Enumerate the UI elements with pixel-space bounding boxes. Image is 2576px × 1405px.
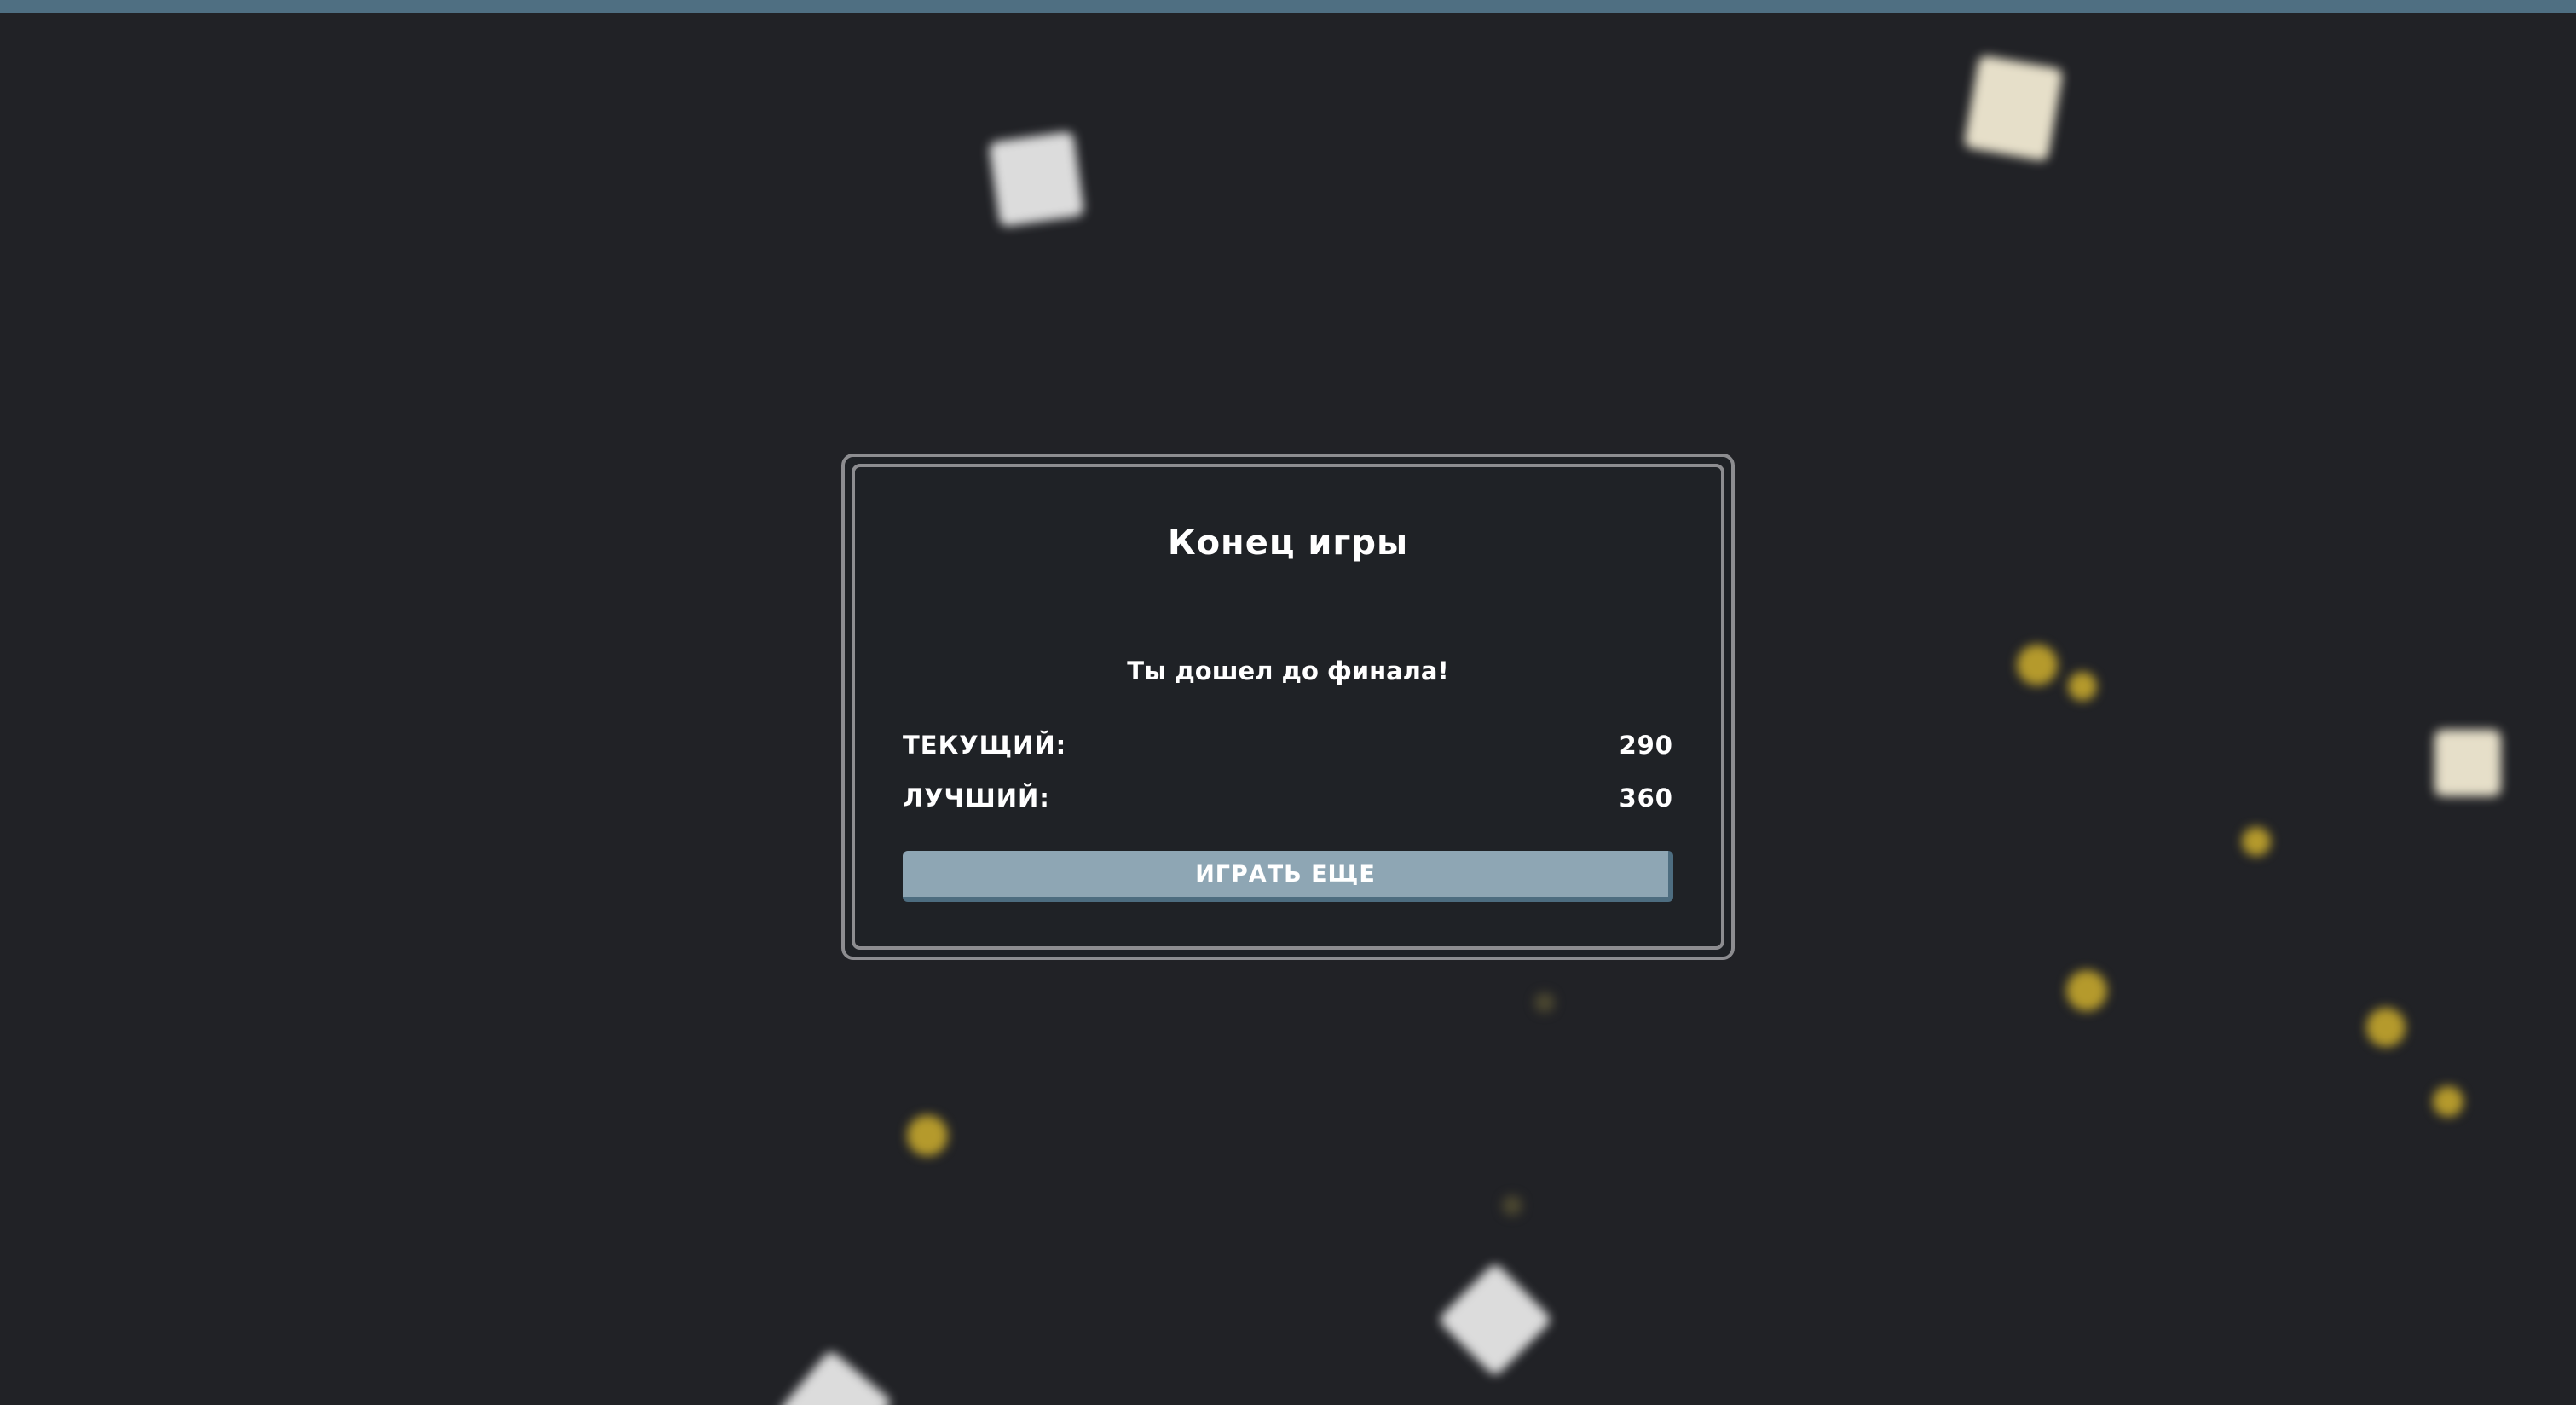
coin bbox=[907, 1115, 948, 1156]
best-score-label: ЛУЧШИЙ: bbox=[903, 783, 1050, 812]
coin bbox=[1534, 992, 1555, 1013]
coin bbox=[2017, 645, 2058, 685]
dialog-message: Ты дошел до финала! bbox=[1127, 656, 1449, 685]
falling-cube bbox=[1437, 1262, 1553, 1378]
falling-cube bbox=[1963, 55, 2064, 162]
current-score-value: 290 bbox=[1619, 731, 1673, 760]
dialog-title: Конец игры bbox=[1167, 523, 1409, 563]
best-score-row: ЛУЧШИЙ: 360 bbox=[903, 781, 1673, 815]
coin bbox=[2068, 672, 2097, 701]
best-score-value: 360 bbox=[1619, 783, 1673, 812]
falling-cube bbox=[2434, 730, 2501, 796]
coin bbox=[2242, 827, 2271, 856]
game-over-dialog-frame: Конец игры Ты дошел до финала! ТЕКУЩИЙ: … bbox=[852, 464, 1724, 950]
falling-cube bbox=[777, 1349, 893, 1405]
coin bbox=[2066, 970, 2107, 1011]
coin bbox=[2366, 1008, 2406, 1047]
current-score-row: ТЕКУЩИЙ: 290 bbox=[903, 728, 1673, 762]
coin bbox=[1502, 1195, 1522, 1216]
game-stage: Конец игры Ты дошел до финала! ТЕКУЩИЙ: … bbox=[0, 0, 2576, 1405]
coin bbox=[2433, 1086, 2463, 1117]
current-score-label: ТЕКУЩИЙ: bbox=[903, 731, 1067, 760]
game-over-dialog: Конец игры Ты дошел до финала! ТЕКУЩИЙ: … bbox=[841, 454, 1735, 960]
falling-cube bbox=[988, 130, 1085, 228]
play-again-button[interactable]: ИГРАТЬ ЕЩЕ bbox=[903, 851, 1673, 902]
